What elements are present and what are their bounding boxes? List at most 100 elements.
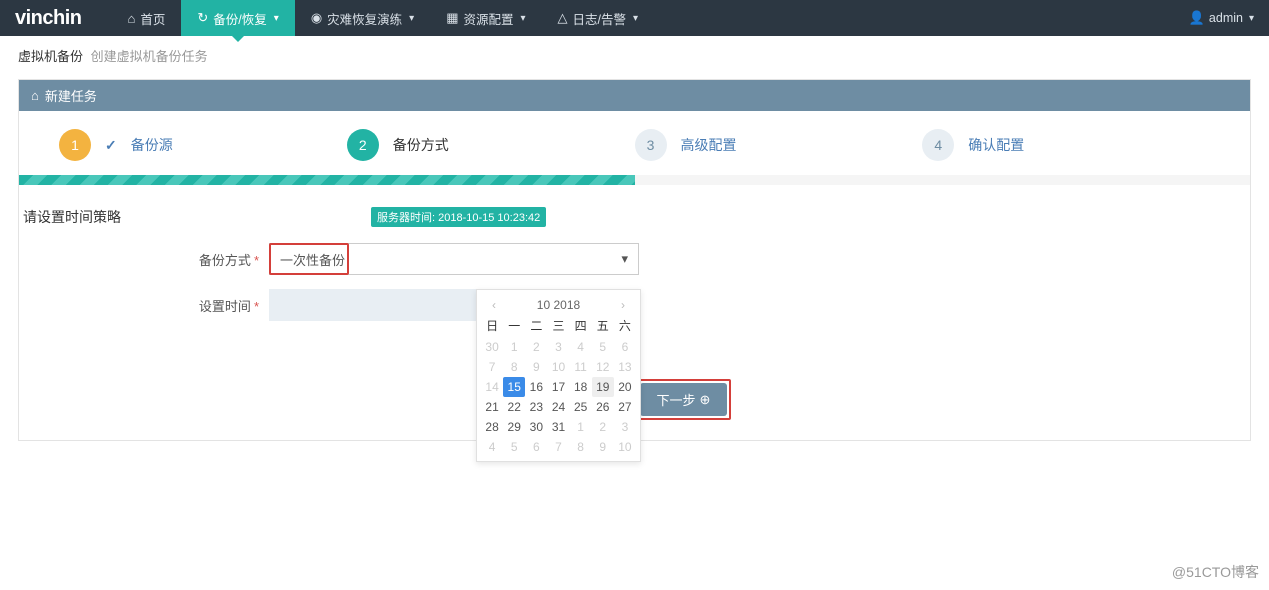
nav-backup[interactable]: ↻ 备份/恢复 ▾: [181, 0, 294, 36]
main-nav: ⌂ 首页 ↻ 备份/恢复 ▾ ◉ 灾难恢复演练 ▾ ▦ 资源配置 ▾ △ 日志/…: [112, 0, 655, 36]
home-icon: ⌂: [128, 11, 136, 26]
nav-home[interactable]: ⌂ 首页: [112, 0, 182, 36]
calendar-day[interactable]: 2: [592, 417, 614, 437]
step-3-label: 高级配置: [681, 135, 737, 155]
backup-mode-value: 一次性备份: [280, 250, 345, 269]
calendar-dow: 二: [525, 314, 547, 337]
calendar-day[interactable]: 6: [614, 337, 636, 357]
step-1[interactable]: 1 ✓ 备份源: [59, 129, 347, 161]
calendar-day[interactable]: 10: [614, 437, 636, 457]
calendar-day[interactable]: 3: [547, 337, 569, 357]
logo: vinchin: [0, 7, 112, 30]
calendar-day[interactable]: 10: [547, 357, 569, 377]
calendar-day[interactable]: 29: [503, 417, 525, 437]
calendar-day[interactable]: 20: [614, 377, 636, 397]
chevron-down-icon: ▾: [1249, 13, 1254, 24]
calendar-day[interactable]: 30: [525, 417, 547, 437]
calendar-day[interactable]: 1: [503, 337, 525, 357]
calendar-day[interactable]: 12: [592, 357, 614, 377]
topbar: vinchin ⌂ 首页 ↻ 备份/恢复 ▾ ◉ 灾难恢复演练 ▾ ▦ 资源配置…: [0, 0, 1269, 36]
step-4-label: 确认配置: [968, 135, 1024, 155]
row-backup-mode: 备份方式* 一次性备份 ▾: [19, 243, 1250, 275]
step-4-number: 4: [922, 129, 954, 161]
calendar-day[interactable]: 31: [547, 417, 569, 437]
chevron-down-icon: ▾: [633, 13, 638, 24]
calendar-day[interactable]: 1: [570, 417, 592, 437]
nav-log[interactable]: △ 日志/告警 ▾: [542, 0, 655, 36]
section-title: 请设置时间策略: [23, 207, 121, 227]
nav-resource-label: 资源配置: [464, 9, 514, 28]
calendar-day[interactable]: 13: [614, 357, 636, 377]
panel-title: 新建任务: [45, 86, 97, 105]
calendar-day[interactable]: 22: [503, 397, 525, 417]
calendar-day[interactable]: 18: [570, 377, 592, 397]
calendar-dow: 日: [481, 314, 503, 337]
calendar-day[interactable]: 28: [481, 417, 503, 437]
arrow-right-icon: ⊕: [700, 392, 711, 408]
calendar-day[interactable]: 16: [525, 377, 547, 397]
calendar-day[interactable]: 30: [481, 337, 503, 357]
nav-drill-label: 灾难恢复演练: [327, 9, 402, 28]
form-area: 请设置时间策略 服务器时间: 2018-10-15 10:23:42 备份方式*…: [19, 185, 1250, 365]
calendar-day[interactable]: 3: [614, 417, 636, 437]
antenna-icon: ◉: [311, 10, 322, 26]
step-2[interactable]: 2 备份方式: [347, 129, 635, 161]
calendar-day[interactable]: 8: [503, 357, 525, 377]
grid-icon: ▦: [446, 10, 458, 26]
wizard-progress: [19, 175, 1250, 185]
chevron-down-icon: ▾: [274, 13, 279, 24]
calendar-grid: 日一二三四五六 30123456789101112131415161718192…: [481, 314, 636, 457]
time-label: 设置时间: [199, 299, 251, 314]
chevron-down-icon: ▾: [521, 13, 526, 24]
calendar-day[interactable]: 4: [570, 337, 592, 357]
calendar-day[interactable]: 6: [525, 437, 547, 457]
step-1-number: 1: [59, 129, 91, 161]
calendar-day[interactable]: 27: [614, 397, 636, 417]
calendar-title[interactable]: 10 2018: [501, 298, 616, 312]
wizard-steps: 1 ✓ 备份源 2 备份方式 3 高级配置 4 确认配置: [19, 111, 1250, 171]
nav-home-label: 首页: [140, 9, 165, 28]
step-4[interactable]: 4 确认配置: [922, 129, 1210, 161]
dropdown-icon: ▾: [621, 251, 628, 267]
calendar-day[interactable]: 7: [481, 357, 503, 377]
calendar-day[interactable]: 19: [592, 377, 614, 397]
calendar-day[interactable]: 21: [481, 397, 503, 417]
calendar-dow: 一: [503, 314, 525, 337]
calendar-day[interactable]: 4: [481, 437, 503, 457]
calendar-day[interactable]: 5: [503, 437, 525, 457]
calendar-day[interactable]: 17: [547, 377, 569, 397]
calendar-day[interactable]: 7: [547, 437, 569, 457]
mode-label: 备份方式: [199, 253, 251, 268]
bell-icon: △: [558, 10, 568, 26]
calendar-next[interactable]: ›: [616, 298, 630, 312]
step-2-number: 2: [347, 129, 379, 161]
calendar-day[interactable]: 14: [481, 377, 503, 397]
calendar-dow: 三: [547, 314, 569, 337]
nav-resource[interactable]: ▦ 资源配置 ▾: [430, 0, 541, 36]
step-3[interactable]: 3 高级配置: [635, 129, 923, 161]
calendar-day[interactable]: 23: [525, 397, 547, 417]
step-1-label: 备份源: [131, 135, 173, 155]
breadcrumb: 虚拟机备份 创建虚拟机备份任务: [0, 36, 1269, 75]
step-2-label: 备份方式: [393, 135, 449, 155]
calendar-day[interactable]: 5: [592, 337, 614, 357]
user-name: admin: [1209, 11, 1243, 25]
calendar-day[interactable]: 25: [570, 397, 592, 417]
calendar-day[interactable]: 26: [592, 397, 614, 417]
backup-mode-select[interactable]: 一次性备份 ▾: [269, 243, 639, 275]
calendar-prev[interactable]: ‹: [487, 298, 501, 312]
nav-drill[interactable]: ◉ 灾难恢复演练 ▾: [295, 0, 430, 36]
calendar-day[interactable]: 11: [570, 357, 592, 377]
calendar-dow: 六: [614, 314, 636, 337]
nav-log-label: 日志/告警: [573, 9, 626, 28]
next-button[interactable]: 下一步 ⊕: [640, 383, 728, 416]
calendar-day[interactable]: 2: [525, 337, 547, 357]
row-set-time: 设置时间* ✕ ‹ 10 2018 › 日一二: [19, 289, 1250, 321]
home-icon: ⌂: [31, 88, 39, 103]
calendar-day[interactable]: 9: [592, 437, 614, 457]
user-menu[interactable]: 👤 admin ▾: [1189, 10, 1254, 26]
calendar-day[interactable]: 15: [503, 377, 525, 397]
calendar-day[interactable]: 8: [570, 437, 592, 457]
calendar-day[interactable]: 9: [525, 357, 547, 377]
calendar-day[interactable]: 24: [547, 397, 569, 417]
